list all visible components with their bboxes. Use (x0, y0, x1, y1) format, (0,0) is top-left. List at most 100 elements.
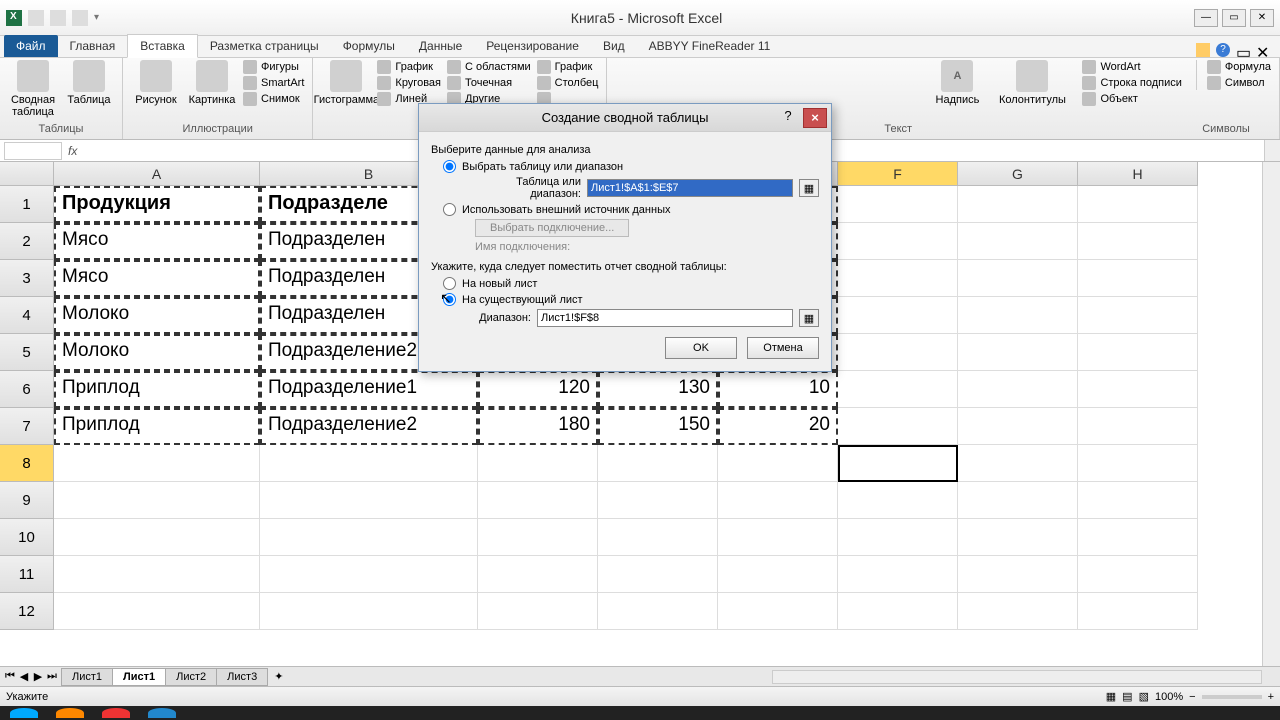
smartart-button[interactable]: SmartArt (243, 76, 304, 90)
cell[interactable] (718, 556, 838, 593)
sheet-tab-2[interactable]: Лист2 (165, 668, 217, 686)
cell[interactable] (1078, 408, 1198, 445)
signature-line-button[interactable]: Строка подписи (1082, 76, 1181, 90)
cell[interactable] (718, 593, 838, 630)
cell[interactable] (958, 593, 1078, 630)
row-header[interactable]: 12 (0, 593, 54, 630)
object-button[interactable]: Объект (1082, 92, 1181, 106)
view-layout-icon[interactable]: ▤ (1122, 690, 1132, 703)
cell[interactable] (478, 593, 598, 630)
cell[interactable] (260, 482, 478, 519)
minimize-button[interactable]: — (1194, 9, 1218, 27)
cell[interactable] (838, 334, 958, 371)
cell[interactable] (1078, 482, 1198, 519)
cell[interactable] (598, 593, 718, 630)
sparkline-column-button[interactable]: Столбец (537, 76, 599, 90)
cell[interactable] (718, 445, 838, 482)
cell[interactable] (958, 371, 1078, 408)
cell[interactable] (1078, 334, 1198, 371)
name-box[interactable] (4, 142, 62, 160)
ribbon-restore-icon[interactable]: ▭ (1236, 43, 1250, 57)
cell[interactable] (598, 445, 718, 482)
col-header-F[interactable]: F (838, 162, 958, 186)
table-button[interactable]: Таблица (64, 60, 114, 106)
cell[interactable] (838, 556, 958, 593)
row-header[interactable]: 10 (0, 519, 54, 556)
row-header[interactable]: 1 (0, 186, 54, 223)
cell[interactable]: 20 (718, 408, 838, 445)
cell[interactable] (958, 260, 1078, 297)
tab-formulas[interactable]: Формулы (331, 35, 407, 57)
cell[interactable] (1078, 556, 1198, 593)
cell[interactable] (838, 260, 958, 297)
cell[interactable] (478, 519, 598, 556)
cell[interactable] (1078, 297, 1198, 334)
row-header[interactable]: 3 (0, 260, 54, 297)
pie-chart-button[interactable]: Круговая (377, 76, 441, 90)
dialog-help-button[interactable]: ? (777, 108, 799, 128)
horizontal-scrollbar[interactable] (772, 670, 1262, 684)
textbox-button[interactable]: AНадпись (932, 60, 982, 106)
screenshot-button[interactable]: Снимок (243, 92, 304, 106)
tab-review[interactable]: Рецензирование (474, 35, 591, 57)
cell[interactable] (958, 556, 1078, 593)
new-sheet-icon[interactable]: ✦ (274, 670, 283, 683)
cell[interactable]: 180 (478, 408, 598, 445)
taskbar-start-icon[interactable] (10, 708, 38, 718)
ribbon-close-icon[interactable]: ✕ (1256, 43, 1270, 57)
cell[interactable] (718, 482, 838, 519)
zoom-level[interactable]: 100% (1155, 691, 1183, 703)
taskbar-app-icon[interactable] (102, 708, 130, 718)
cell[interactable]: 150 (598, 408, 718, 445)
cell[interactable] (1078, 371, 1198, 408)
cell[interactable] (838, 371, 958, 408)
cell[interactable] (718, 519, 838, 556)
cell[interactable] (958, 334, 1078, 371)
tab-insert[interactable]: Вставка (127, 34, 198, 58)
pivot-table-button[interactable]: Сводная таблица (8, 60, 58, 118)
cell[interactable] (838, 223, 958, 260)
zoom-out-icon[interactable]: − (1189, 691, 1195, 703)
sheet-nav-first-icon[interactable]: ⏮ (4, 670, 16, 683)
tab-data[interactable]: Данные (407, 35, 474, 57)
symbol-button[interactable]: Символ (1207, 76, 1271, 90)
tab-view[interactable]: Вид (591, 35, 637, 57)
zoom-in-icon[interactable]: + (1268, 691, 1274, 703)
zoom-slider[interactable] (1202, 695, 1262, 699)
cell[interactable] (260, 593, 478, 630)
row-header[interactable]: 11 (0, 556, 54, 593)
cell[interactable] (54, 519, 260, 556)
taskbar-app-icon[interactable] (148, 708, 176, 718)
maximize-button[interactable]: ▭ (1222, 9, 1246, 27)
view-break-icon[interactable]: ▧ (1139, 690, 1149, 703)
cell[interactable] (958, 408, 1078, 445)
cell[interactable]: 10 (718, 371, 838, 408)
tab-file[interactable]: Файл (4, 35, 58, 57)
cell[interactable] (1078, 445, 1198, 482)
cell[interactable] (54, 445, 260, 482)
area-chart-button[interactable]: С областями (447, 60, 531, 74)
range-picker-icon[interactable]: ▦ (799, 179, 819, 197)
shapes-button[interactable]: Фигуры (243, 60, 304, 74)
close-button[interactable]: ✕ (1250, 9, 1274, 27)
cell[interactable] (478, 445, 598, 482)
cell[interactable] (1078, 223, 1198, 260)
save-icon[interactable] (28, 10, 44, 26)
cell[interactable]: Продукция (54, 186, 260, 223)
wordart-button[interactable]: WordArt (1082, 60, 1181, 74)
sparkline-line-button[interactable]: График (537, 60, 599, 74)
fx-icon[interactable]: fx (68, 144, 77, 158)
cell[interactable]: Молоко (54, 334, 260, 371)
radio-existing-sheet[interactable] (443, 293, 456, 306)
sheet-nav-last-icon[interactable]: ⏭ (46, 670, 58, 683)
row-header[interactable]: 5 (0, 334, 54, 371)
cell[interactable] (478, 482, 598, 519)
cancel-button[interactable]: Отмена (747, 337, 819, 359)
cell[interactable] (260, 556, 478, 593)
picture-button[interactable]: Рисунок (131, 60, 181, 106)
tab-home[interactable]: Главная (58, 35, 128, 57)
row-header[interactable]: 9 (0, 482, 54, 519)
col-header-G[interactable]: G (958, 162, 1078, 186)
cell[interactable] (1078, 186, 1198, 223)
cell[interactable] (1078, 260, 1198, 297)
